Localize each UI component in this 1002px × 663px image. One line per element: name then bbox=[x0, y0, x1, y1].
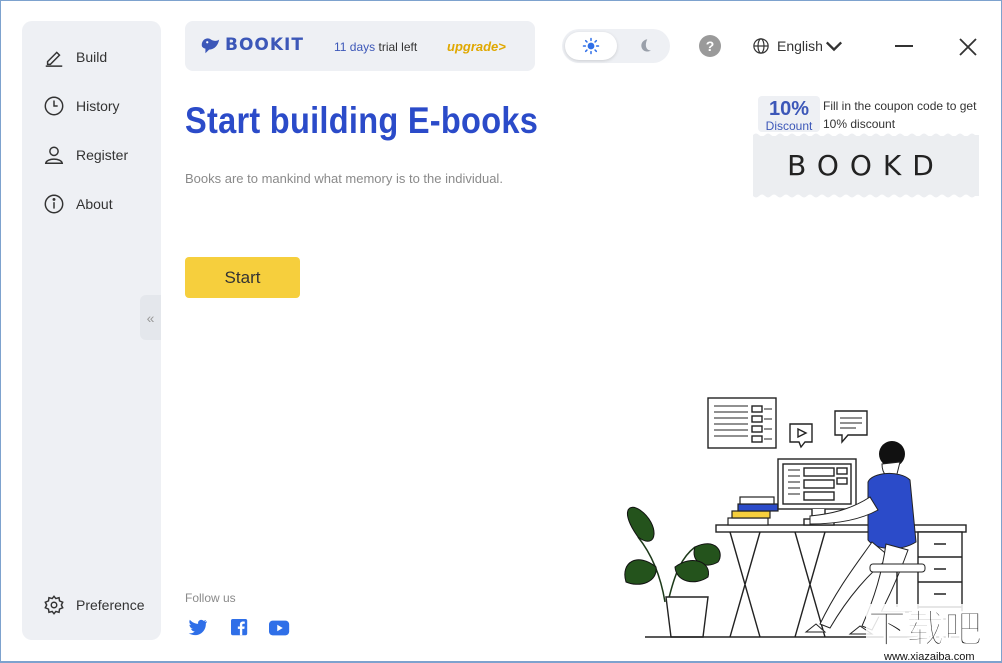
gear-icon bbox=[42, 593, 66, 617]
sidebar-item-history[interactable]: History bbox=[42, 94, 120, 118]
user-icon bbox=[42, 143, 66, 167]
globe-icon bbox=[753, 38, 769, 54]
clock-icon bbox=[42, 94, 66, 118]
pencil-icon bbox=[42, 45, 66, 69]
brand-bar: BOOKIT 11 days trial left upgrade> bbox=[185, 21, 535, 71]
site-watermark-logo: 下载吧 www.xiazaiba.com bbox=[866, 604, 1000, 662]
app-logo: BOOKIT bbox=[199, 34, 304, 56]
sidebar-item-label: Build bbox=[76, 49, 108, 65]
theme-toggle bbox=[562, 29, 670, 63]
trial-status: 11 days trial left bbox=[334, 40, 417, 54]
collapse-sidebar-button[interactable]: « bbox=[140, 295, 161, 340]
upgrade-link[interactable]: upgrade> bbox=[447, 39, 506, 54]
coupon-description: Fill in the coupon code to get 10% disco… bbox=[823, 99, 977, 131]
sidebar-item-build[interactable]: Build bbox=[42, 45, 107, 69]
help-button[interactable]: ? bbox=[699, 35, 721, 57]
svg-text:www.xiazaiba.com: www.xiazaiba.com bbox=[883, 651, 974, 662]
sidebar-item-label: History bbox=[76, 98, 120, 114]
info-icon bbox=[42, 192, 66, 216]
coupon-perforation-bottom bbox=[753, 193, 979, 198]
books-graphic bbox=[727, 496, 779, 526]
sidebar-item-label: Register bbox=[76, 147, 129, 163]
coupon-card[interactable]: 10% Discount Fill in the coupon code to … bbox=[753, 94, 979, 200]
trial-suffix: trial left bbox=[378, 40, 418, 54]
moon-icon bbox=[641, 39, 651, 52]
twitter-icon[interactable] bbox=[186, 619, 208, 637]
webpage-graphic bbox=[707, 397, 777, 449]
discount-badge: 10% Discount bbox=[758, 96, 820, 133]
sun-icon bbox=[582, 37, 600, 55]
sidebar-item-register[interactable]: Register bbox=[42, 143, 128, 167]
double-chevron-left-icon: « bbox=[146, 309, 155, 326]
minimize-button[interactable] bbox=[895, 45, 913, 47]
coupon-header: 10% Discount Fill in the coupon code to … bbox=[753, 94, 979, 134]
sidebar-item-label: About bbox=[76, 196, 113, 212]
svg-text:下载吧: 下载吧 bbox=[868, 607, 982, 651]
facebook-icon[interactable] bbox=[229, 619, 251, 637]
coupon-code[interactable]: BOOKD bbox=[753, 136, 979, 194]
page-title: Start building E-books bbox=[185, 100, 539, 141]
sidebar-item-preference[interactable]: Preference bbox=[42, 593, 144, 617]
chevron-down-icon bbox=[825, 41, 842, 52]
follow-us-label: Follow us bbox=[185, 591, 236, 605]
language-selector[interactable]: English bbox=[752, 37, 850, 55]
video-bubble-graphic bbox=[789, 423, 813, 449]
plant-graphic bbox=[624, 506, 721, 638]
trial-days: 11 days bbox=[334, 40, 376, 54]
light-theme-button[interactable] bbox=[565, 32, 617, 60]
chat-bubble-graphic bbox=[834, 410, 868, 444]
language-label: English bbox=[777, 38, 823, 54]
sidebar-item-about[interactable]: About bbox=[42, 192, 113, 216]
youtube-icon[interactable] bbox=[269, 619, 291, 637]
start-button[interactable]: Start bbox=[185, 257, 300, 298]
logo-text: BOOKIT bbox=[225, 35, 304, 55]
close-button[interactable] bbox=[958, 37, 978, 57]
bird-logo-icon bbox=[201, 38, 220, 54]
sidebar-item-label: Preference bbox=[76, 597, 145, 613]
tagline: Books are to mankind what memory is to t… bbox=[185, 171, 503, 186]
dark-theme-button[interactable] bbox=[624, 32, 666, 60]
discount-percent: 10% bbox=[768, 98, 810, 120]
